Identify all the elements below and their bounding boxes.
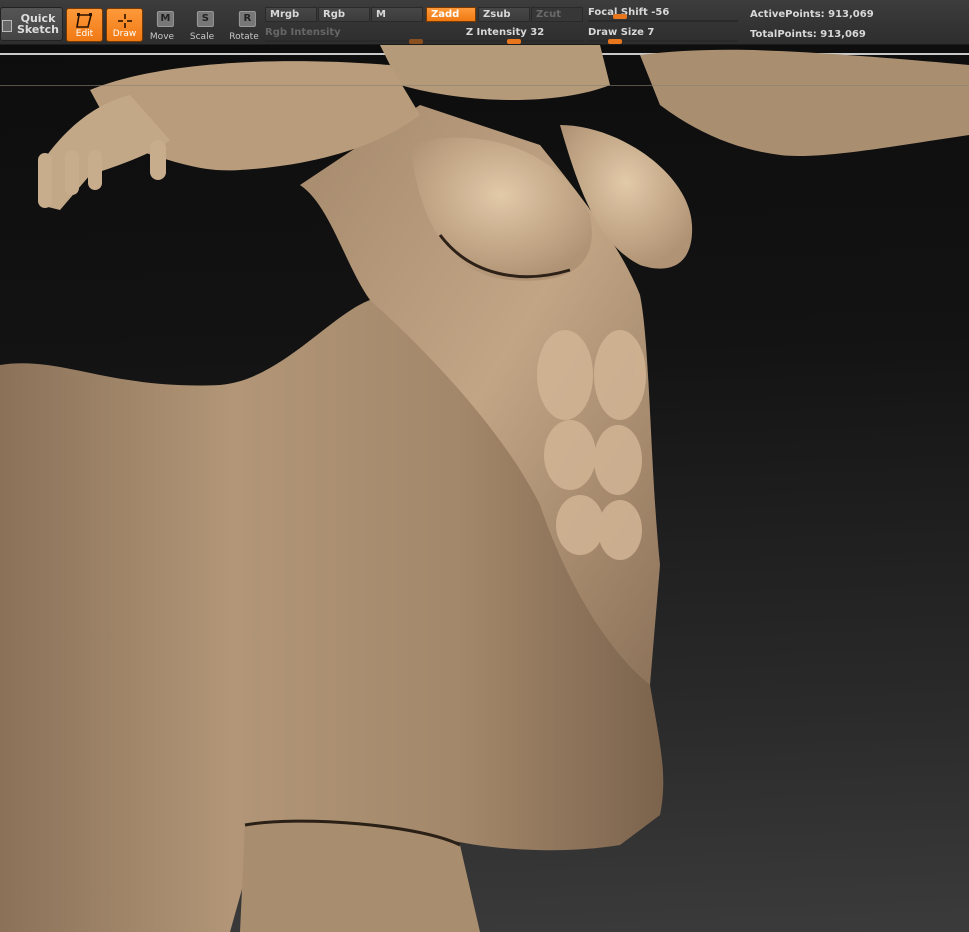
scale-button[interactable]: S Scale: [184, 10, 220, 42]
rgb-intensity-knob[interactable]: [409, 39, 423, 44]
quick-sketch-button[interactable]: Quick Sketch: [0, 7, 63, 41]
move-button[interactable]: M Move: [144, 10, 180, 42]
total-points-readout: TotalPoints: 913,069: [750, 29, 866, 40]
draw-button[interactable]: Draw: [106, 8, 143, 42]
focal-shift-slider[interactable]: Focal Shift -56: [588, 6, 738, 23]
z-intensity-track: [426, 40, 584, 42]
guide-line: [0, 85, 969, 86]
edit-button[interactable]: Edit: [66, 8, 103, 42]
m-button[interactable]: M: [371, 7, 423, 22]
top-toolbar: Quick Sketch Edit Draw M Move S Scale R …: [0, 0, 969, 45]
rgb-button[interactable]: Rgb: [318, 7, 370, 22]
draw-size-knob[interactable]: [608, 39, 622, 44]
rgb-intensity-track: [265, 40, 425, 42]
z-intensity-label: Z Intensity 32: [465, 27, 545, 38]
draw-size-slider[interactable]: Draw Size 7: [588, 26, 738, 44]
active-points-readout: ActivePoints: 913,069: [750, 9, 874, 20]
sculpt-canvas[interactable]: [0, 45, 969, 932]
move-label: Move: [149, 32, 175, 42]
move-icon: M: [156, 11, 174, 27]
quick-sketch-icon: [2, 20, 12, 32]
zsub-button[interactable]: Zsub: [478, 7, 530, 22]
focal-shift-track: [588, 20, 738, 22]
quick-sketch-label: Quick Sketch: [16, 12, 59, 36]
scale-icon: S: [196, 11, 214, 27]
zcut-button[interactable]: Zcut: [531, 7, 583, 22]
rotate-label: Rotate: [229, 32, 259, 42]
zadd-button[interactable]: Zadd: [426, 7, 476, 22]
mrgb-button[interactable]: Mrgb: [265, 7, 317, 22]
centaur-sculpt-model: [0, 45, 969, 932]
z-intensity-slider[interactable]: Z Intensity 32: [426, 26, 584, 44]
scale-label: Scale: [189, 32, 215, 42]
z-intensity-knob[interactable]: [507, 39, 521, 44]
draw-label: Draw: [112, 29, 137, 39]
rgb-intensity-slider[interactable]: Rgb Intensity: [265, 26, 425, 44]
focal-shift-knob[interactable]: [613, 14, 627, 19]
edit-label: Edit: [75, 29, 94, 39]
draw-size-label: Draw Size 7: [588, 27, 655, 38]
rgb-intensity-label: Rgb Intensity: [265, 27, 341, 38]
rotate-button[interactable]: R Rotate: [226, 10, 262, 42]
focal-shift-label: Focal Shift -56: [588, 7, 670, 18]
edit-icon: [75, 13, 92, 28]
draw-crosshair-icon: [117, 14, 132, 28]
rotate-icon: R: [238, 11, 256, 27]
